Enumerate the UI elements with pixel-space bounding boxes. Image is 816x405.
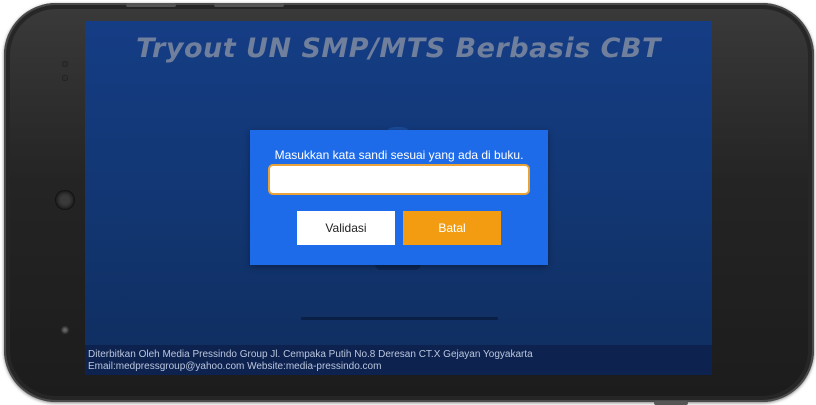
sensor-dot bbox=[62, 75, 68, 81]
cancel-button[interactable]: Batal bbox=[403, 211, 501, 245]
dialog-message: Masukkan kata sandi sesuai yang ada di b… bbox=[274, 148, 524, 162]
password-dialog: Masukkan kata sandi sesuai yang ada di b… bbox=[250, 130, 548, 265]
side-button bbox=[654, 401, 688, 405]
volume-button bbox=[126, 3, 176, 7]
footer-address: Diterbitkan Oleh Media Pressindo Group J… bbox=[88, 349, 533, 360]
front-camera-icon bbox=[60, 325, 70, 335]
speaker-grille bbox=[55, 190, 75, 210]
app-title: Tryout UN SMP/MTS Berbasis CBT bbox=[136, 33, 661, 64]
validate-button[interactable]: Validasi bbox=[297, 211, 395, 245]
loading-bar bbox=[301, 317, 498, 320]
password-input[interactable] bbox=[268, 164, 530, 195]
publisher-footer: Diterbitkan Oleh Media Pressindo Group J… bbox=[85, 345, 712, 375]
footer-contact: Email:medpressgroup@yahoo.com Website:me… bbox=[88, 361, 382, 372]
power-button bbox=[214, 3, 284, 7]
sensor-dot bbox=[62, 61, 68, 67]
